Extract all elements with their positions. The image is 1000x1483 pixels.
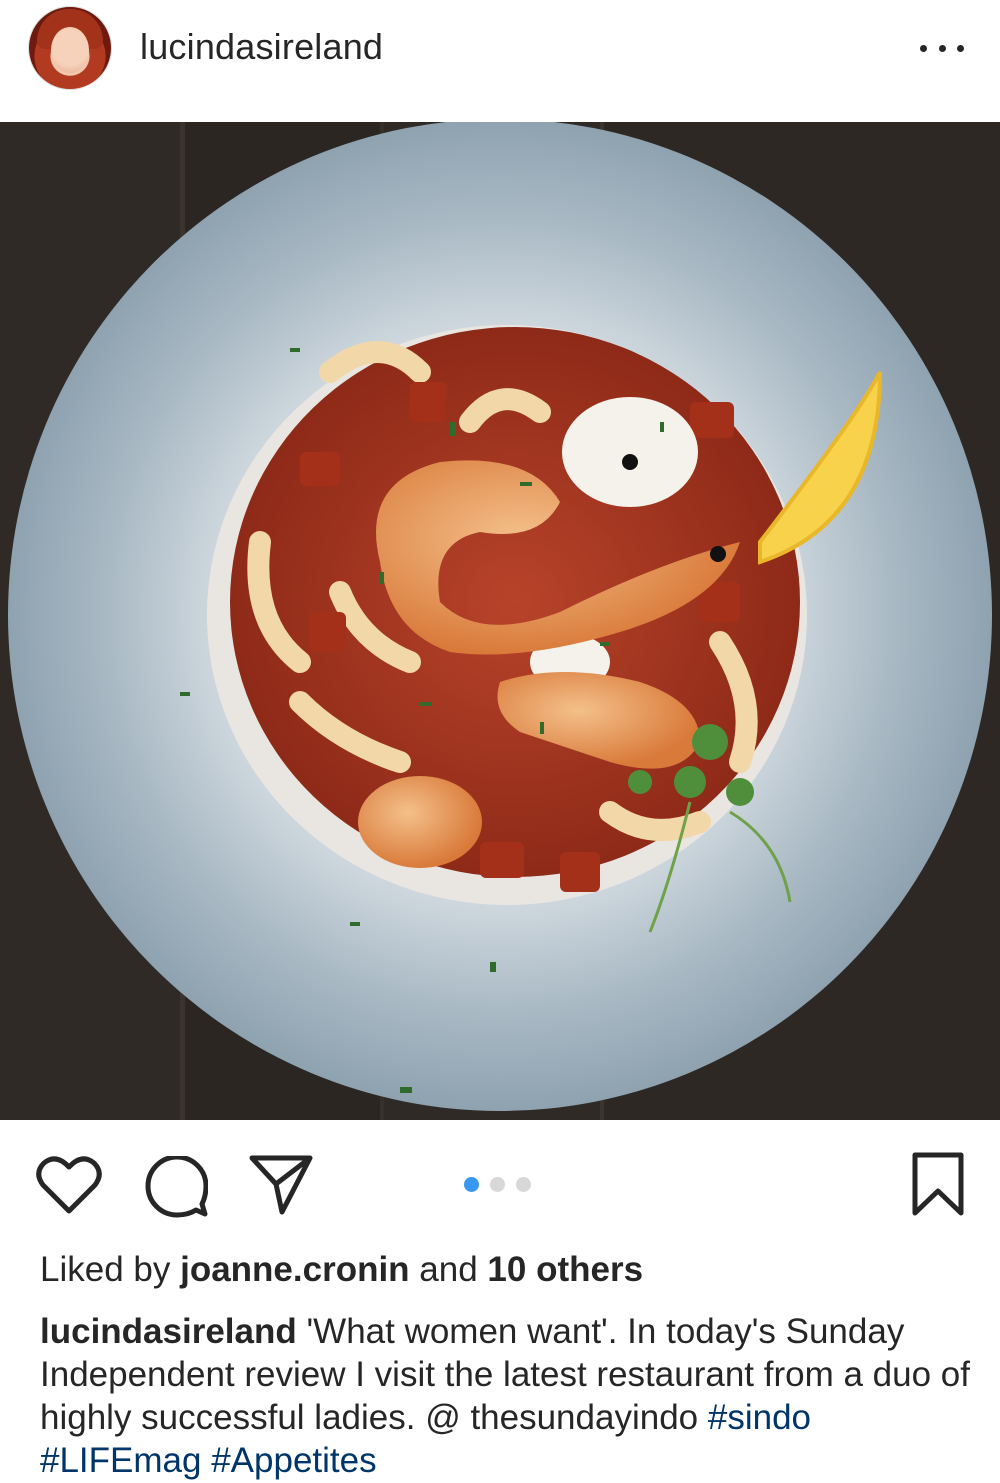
- likes-others[interactable]: 10 others: [487, 1250, 643, 1289]
- carousel-dot-2: [490, 1177, 505, 1192]
- paper-plane-icon[interactable]: [248, 1154, 314, 1216]
- likes-middle: and: [409, 1250, 488, 1289]
- food-photo: [8, 122, 992, 1111]
- likes-line[interactable]: Liked by joanne.cronin and 10 others: [40, 1250, 643, 1290]
- post-username[interactable]: lucindasireland: [140, 26, 383, 68]
- carousel-dot-3: [516, 1177, 531, 1192]
- carousel-indicator: [464, 1177, 531, 1192]
- carousel-dot-1: [464, 1177, 479, 1192]
- more-horizontal-icon[interactable]: [920, 40, 964, 56]
- post-photo[interactable]: [0, 122, 1000, 1120]
- likes-prefix: Liked by: [40, 1250, 181, 1289]
- avatar[interactable]: [28, 6, 112, 90]
- liker-username[interactable]: joanne.cronin: [180, 1250, 409, 1289]
- avatar-face: [51, 27, 89, 73]
- post-caption: lucindasireland 'What women want'. In to…: [40, 1310, 980, 1482]
- hashtag-lifemag[interactable]: #LIFEmag: [40, 1441, 201, 1480]
- bookmark-icon[interactable]: [910, 1151, 966, 1217]
- comment-icon[interactable]: [144, 1156, 208, 1218]
- heart-icon[interactable]: [36, 1155, 102, 1215]
- hashtag-sindo[interactable]: #sindo: [708, 1398, 811, 1437]
- hashtag-appetites[interactable]: #Appetites: [211, 1441, 376, 1480]
- post-header: lucindasireland: [0, 0, 1000, 122]
- caption-username[interactable]: lucindasireland: [40, 1312, 297, 1351]
